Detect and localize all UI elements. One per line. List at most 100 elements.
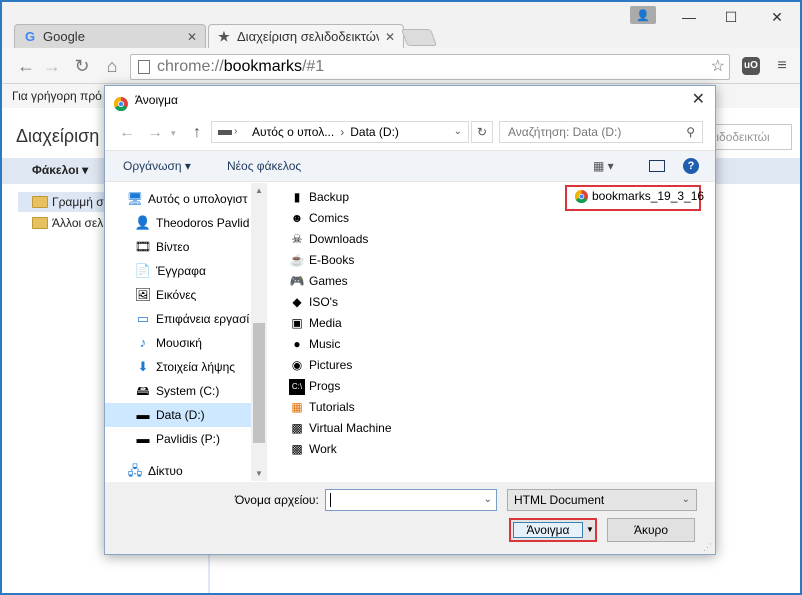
up-arrow-icon[interactable]: ↑ xyxy=(193,124,201,142)
file-item[interactable]: ▩ Work xyxy=(289,439,336,460)
close-window-icon[interactable]: ✕ xyxy=(754,2,800,32)
breadcrumb-item[interactable]: Αυτός ο υπολ... xyxy=(252,125,334,139)
preview-pane-icon[interactable] xyxy=(649,160,665,172)
comics-folder-icon: ☻ xyxy=(290,211,304,225)
user-folder-icon: 👤 xyxy=(134,215,152,230)
breadcrumb-item[interactable]: Data (D:) xyxy=(350,125,399,139)
browser-window: G Google ✕ ★ Διαχείριση σελιδοδεικτών ✕ … xyxy=(0,0,802,595)
view-options-icon[interactable]: ▦ ▾ xyxy=(593,159,614,173)
folder-label: Γραμμή σ xyxy=(52,195,104,209)
nav-item[interactable]: 🖧 Δίκτυο xyxy=(105,459,251,481)
new-folder-button[interactable]: Νέος φάκελος xyxy=(227,159,301,173)
file-item[interactable]: ☕ E-Books xyxy=(289,250,355,271)
cancel-button[interactable]: Άκυρο xyxy=(607,518,695,542)
nav-item[interactable]: ▭ Επιφάνεια εργασί xyxy=(105,307,251,331)
nav-label: Αυτός ο υπολογιστ xyxy=(148,192,248,206)
profile-icon[interactable]: 👤 xyxy=(630,6,656,24)
file-item[interactable]: 🎮 Games xyxy=(289,271,348,292)
address-breadcrumb[interactable]: › Αυτός ο υπολ... › Data (D:) ⌄ xyxy=(211,121,469,143)
scroll-up-icon[interactable]: ▲ xyxy=(255,186,263,195)
maximize-icon[interactable]: ☐ xyxy=(708,2,754,32)
open-button[interactable]: Άνοιγμα xyxy=(513,522,583,538)
browser-toolbar: ← → ↻ ⌂ chrome://bookmarks/#1 ☆ uO ≡ xyxy=(2,48,800,84)
music-folder-icon: ● xyxy=(293,337,301,351)
nav-item[interactable]: 🖥 Αυτός ο υπολογιστ xyxy=(105,187,251,211)
scroll-down-icon[interactable]: ▼ xyxy=(255,469,263,478)
minimize-icon[interactable]: — xyxy=(666,2,712,32)
bookmark-folder-other[interactable]: Άλλοι σελ xyxy=(32,216,103,230)
nav-label: Μουσική xyxy=(156,336,202,350)
filename-input[interactable]: ⌄ xyxy=(325,489,497,511)
organize-button[interactable]: Οργάνωση ▾ xyxy=(123,159,191,173)
file-label: Backup xyxy=(309,190,350,204)
new-tab-button[interactable] xyxy=(400,29,438,46)
file-item[interactable]: ▩ Virtual Machine xyxy=(289,418,391,439)
bookmark-star-icon[interactable]: ☆ xyxy=(711,55,725,79)
iso-folder-icon: ◆ xyxy=(292,295,302,309)
file-item[interactable]: ▦ Tutorials xyxy=(289,397,355,418)
file-label: Pictures xyxy=(309,358,353,372)
file-label: Tutorials xyxy=(309,400,355,414)
navigation-pane: 🖥 Αυτός ο υπολογιστ 👤 Theodoros Pavlid 🎞 Βί… xyxy=(105,183,267,481)
chevron-down-icon[interactable]: ⌄ xyxy=(454,122,462,142)
backup-folder-icon: ▮ xyxy=(293,190,301,204)
back-arrow-icon[interactable]: ← xyxy=(16,56,36,76)
folder-label: Άλλοι σελ xyxy=(52,216,104,230)
open-options-icon[interactable]: ▼ xyxy=(586,522,594,538)
file-item[interactable]: ● Music xyxy=(289,334,340,355)
recent-locations-icon[interactable]: ▾ xyxy=(171,128,176,139)
nav-scrollbar[interactable]: ▲ ▼ xyxy=(251,183,267,481)
folders-menu[interactable]: Φάκελοι ▾ xyxy=(32,163,88,177)
resize-grip-icon[interactable]: ⋰ xyxy=(703,542,713,552)
nav-item[interactable]: ▬ Pavlidis (P:) xyxy=(105,427,251,451)
file-label: Media xyxy=(309,316,342,330)
open-button-group: Άνοιγμα ▼ xyxy=(509,518,597,542)
tab-bookmarks[interactable]: ★ Διαχείριση σελιδοδεικτών ✕ xyxy=(208,24,404,48)
reload-icon[interactable]: ↻ xyxy=(72,56,92,76)
help-icon[interactable]: ? xyxy=(683,158,699,174)
file-label: ISO's xyxy=(309,295,338,309)
tab-google[interactable]: G Google ✕ xyxy=(14,24,206,48)
nav-item[interactable]: 🎞 Βίντεο xyxy=(105,235,251,259)
nav-item[interactable]: 📄 Έγγραφα xyxy=(105,259,251,283)
menu-icon[interactable]: ≡ xyxy=(772,56,792,76)
scrollbar-thumb[interactable] xyxy=(253,323,265,443)
close-tab-icon[interactable]: ✕ xyxy=(187,30,197,44)
nav-item[interactable]: ⬇ Στοιχεία λήψης xyxy=(105,355,251,379)
file-item[interactable]: ▣ Media xyxy=(289,313,342,334)
file-item[interactable]: ◆ ISO's xyxy=(289,292,338,313)
file-label: Progs xyxy=(309,379,341,393)
file-item[interactable]: C:\ Progs xyxy=(289,376,340,397)
bookmarks-bar-hint: Για γρήγορη πρό xyxy=(12,89,102,103)
file-item[interactable]: ☻ Comics xyxy=(289,208,349,229)
nav-item-selected[interactable]: ▬ Data (D:) xyxy=(105,403,251,427)
nav-item[interactable]: ♪ Μουσική xyxy=(105,331,251,355)
address-bar[interactable]: chrome://bookmarks/#1 ☆ xyxy=(130,54,730,80)
computer-icon: 🖥 xyxy=(126,191,144,206)
search-input[interactable]: Αναζήτηση: Data (D:) ⚲ xyxy=(499,121,703,143)
refresh-icon[interactable]: ↻ xyxy=(471,121,493,143)
filetype-select[interactable]: HTML Document ⌄ xyxy=(507,489,697,511)
desktop-icon: ▭ xyxy=(136,311,150,326)
forward-arrow-icon[interactable]: → xyxy=(42,56,62,76)
close-icon[interactable]: ✕ xyxy=(692,86,705,114)
progs-folder-icon: C:\ xyxy=(289,378,305,395)
file-item[interactable]: ▮ Backup xyxy=(289,187,349,208)
file-item[interactable]: ◉ Pictures xyxy=(289,355,353,376)
nav-item[interactable]: 🖴 System (C:) xyxy=(105,379,251,403)
filename-label: Όνομα αρχείου: xyxy=(235,493,319,507)
search-placeholder: Αναζήτηση: Data (D:) xyxy=(508,125,622,139)
media-folder-icon: ▣ xyxy=(291,316,303,330)
chevron-down-icon[interactable]: ⌄ xyxy=(484,490,492,510)
back-arrow-icon[interactable]: ← xyxy=(119,124,135,142)
home-icon[interactable]: ⌂ xyxy=(102,56,122,76)
nav-item[interactable]: 👤 Theodoros Pavlid xyxy=(105,211,251,235)
nav-item[interactable]: 🖼 Εικόνες xyxy=(105,283,251,307)
file-item[interactable]: ☠ Downloads xyxy=(289,229,369,250)
file-item-bookmarks[interactable]: bookmarks_19_3_16 xyxy=(575,189,704,203)
forward-arrow-icon[interactable]: → xyxy=(147,124,163,142)
folder-icon xyxy=(32,217,48,229)
ublock-extension-icon[interactable]: uO xyxy=(742,57,760,75)
text-caret xyxy=(330,493,331,507)
close-tab-icon[interactable]: ✕ xyxy=(385,30,395,44)
